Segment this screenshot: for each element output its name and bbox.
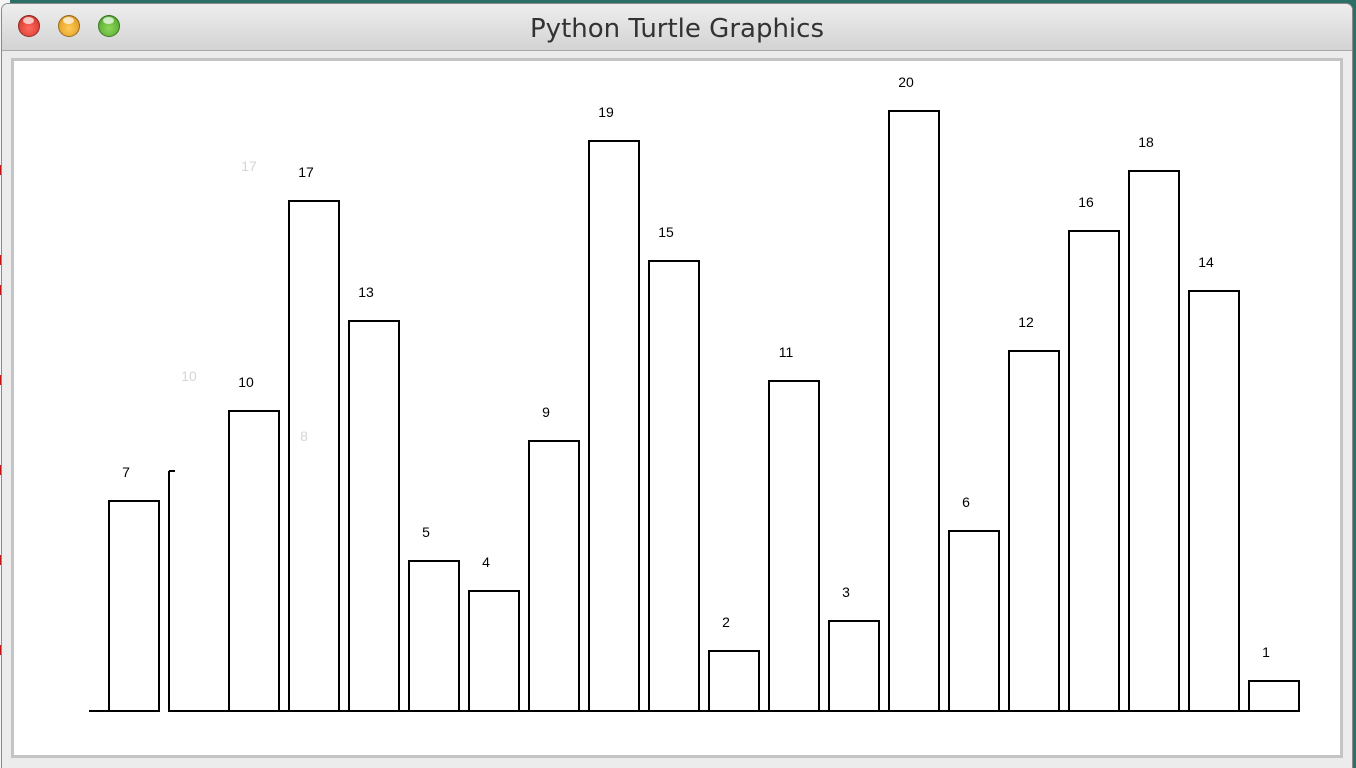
bar-value-label: 12 [1018, 314, 1034, 330]
bar [1128, 170, 1180, 712]
bar-value-label: 9 [542, 404, 550, 420]
bar-value-label: 20 [898, 74, 914, 90]
bar [888, 110, 940, 712]
bar [348, 320, 400, 712]
bar-value-label: 3 [842, 584, 850, 600]
bar [1068, 230, 1120, 712]
bar-value-label: 2 [722, 614, 730, 630]
turtle-window: Python Turtle Graphics 7 10 17 13 5 4 9 19 15 2 11… [2, 4, 1352, 768]
bar [288, 200, 340, 712]
bar-value-label: 6 [962, 494, 970, 510]
bar [408, 560, 460, 712]
bar [948, 530, 1000, 712]
bar [768, 380, 820, 712]
bar-value-label: 11 [779, 344, 794, 360]
bar [468, 590, 520, 712]
bar-value-label: 10 [238, 374, 254, 390]
bar-value-label: 7 [122, 464, 130, 480]
bar-partial [168, 471, 219, 712]
bar [1188, 290, 1240, 712]
ghost-value-label: 8 [300, 428, 308, 444]
bar-value-label: 16 [1078, 194, 1094, 210]
bar [228, 410, 280, 712]
ghost-value-label: 17 [241, 158, 257, 174]
bar-value-label: 5 [422, 524, 430, 540]
bar-value-label: 15 [658, 224, 674, 240]
bar-value-label: 18 [1138, 134, 1154, 150]
bar [828, 620, 880, 712]
bar [1248, 680, 1300, 712]
bar [708, 650, 760, 712]
bar-value-label: 17 [298, 164, 314, 180]
bar [108, 500, 160, 712]
bar [1008, 350, 1060, 712]
bar [528, 440, 580, 712]
bar-value-label: 13 [358, 284, 374, 300]
bar [588, 140, 640, 712]
bar-value-label: 19 [598, 104, 614, 120]
bar [648, 260, 700, 712]
title-bar[interactable]: Python Turtle Graphics [2, 4, 1352, 51]
bar-value-label: 1 [1262, 644, 1270, 660]
bar-value-label: 4 [482, 554, 490, 570]
turtle-canvas: 7 10 17 13 5 4 9 19 15 2 11 3 20 6 12 16 18 14 1 10 17 8 [11, 58, 1343, 758]
bar-value-label: 14 [1198, 254, 1214, 270]
ghost-value-label: 10 [181, 368, 197, 384]
bar-chart: 7 10 17 13 5 4 9 19 15 2 11 3 20 6 12 16 18 14 1 10 17 8 [89, 74, 1300, 712]
window-title: Python Turtle Graphics [530, 14, 824, 44]
